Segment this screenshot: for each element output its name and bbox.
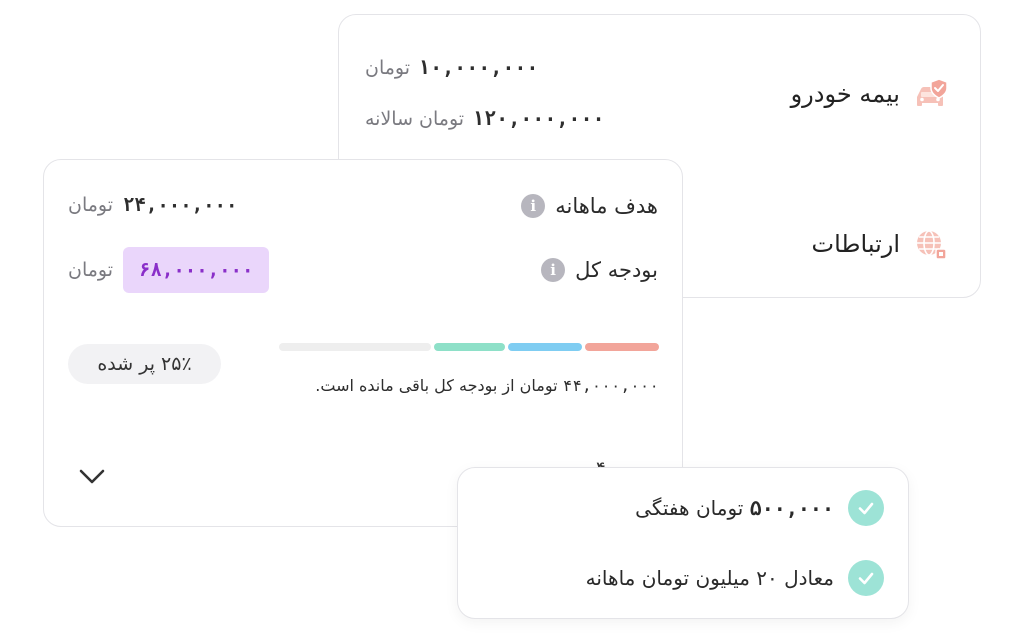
category-label: ارتباطات	[811, 230, 901, 258]
amount-value: ۱۲۰,۰۰۰,۰۰۰	[472, 106, 605, 130]
feature-caption: معادل ۲۰ میلیون تومان ماهانه	[585, 566, 834, 590]
amount-value: ۱۰,۰۰۰,۰۰۰	[418, 55, 539, 79]
total-budget-label: بودجه کل i	[541, 258, 658, 282]
amount-unit: تومان سالانه	[365, 108, 465, 130]
feature-amount: ۵۰۰,۰۰۰	[749, 496, 834, 520]
check-icon	[848, 490, 884, 526]
label-text: هدف ماهانه	[555, 194, 658, 218]
amount-unit: تومان	[68, 194, 114, 216]
monthly-amount: ۱۰,۰۰۰,۰۰۰ تومان	[365, 55, 538, 79]
monthly-goal-amount: ۲۴,۰۰۰,۰۰۰ تومان	[68, 194, 237, 216]
info-icon[interactable]: i	[541, 258, 566, 282]
amount-value: ۲۴,۰۰۰,۰۰۰	[123, 194, 238, 216]
info-icon[interactable]: i	[521, 194, 546, 218]
progress-segment	[507, 343, 582, 351]
total-budget-amount: ۶۸,۰۰۰,۰۰۰ تومان	[68, 247, 270, 293]
remaining-amount: ۴۴,۰۰۰,۰۰۰	[562, 376, 659, 395]
amount-value: ۶۸,۰۰۰,۰۰۰	[139, 259, 254, 281]
progress-segment	[434, 343, 505, 351]
budget-progress-bar	[278, 343, 659, 351]
remaining-caption: تومان از بودجه کل باقی مانده است.	[315, 376, 558, 395]
progress-segment	[584, 343, 659, 351]
remaining-text: ۴۴,۰۰۰,۰۰۰ تومان از بودجه کل باقی مانده …	[315, 376, 659, 395]
feature-caption: تومان هفتگی	[635, 496, 744, 520]
category-communications[interactable]: ارتباطات	[812, 225, 951, 263]
globe-network-icon	[912, 225, 950, 263]
percent-filled-badge: ۲۵٪ پر شده	[68, 344, 221, 384]
category-car-insurance[interactable]: بیمه خودرو	[791, 75, 950, 113]
feature-text: ۵۰۰,۰۰۰ تومان هفتگی	[635, 496, 834, 520]
amount-unit: تومان	[68, 259, 114, 281]
feature-item: معادل ۲۰ میلیون تومان ماهانه	[586, 560, 884, 596]
amount-unit: تومان	[365, 57, 411, 79]
chevron-down-icon[interactable]	[76, 460, 108, 492]
yearly-amount: ۱۲۰,۰۰۰,۰۰۰ تومان سالانه	[365, 106, 605, 130]
label-text: بودجه کل	[575, 258, 658, 282]
feature-item: ۵۰۰,۰۰۰ تومان هفتگی	[635, 490, 884, 526]
monthly-goal-label: هدف ماهانه i	[521, 194, 658, 218]
budget-amount-pill: ۶۸,۰۰۰,۰۰۰	[123, 247, 270, 293]
car-shield-icon	[912, 75, 950, 113]
feature-card: ۵۰۰,۰۰۰ تومان هفتگی معادل ۲۰ میلیون توما…	[457, 467, 909, 619]
progress-segment	[278, 343, 432, 351]
check-icon	[848, 560, 884, 596]
category-label: بیمه خودرو	[790, 80, 900, 108]
